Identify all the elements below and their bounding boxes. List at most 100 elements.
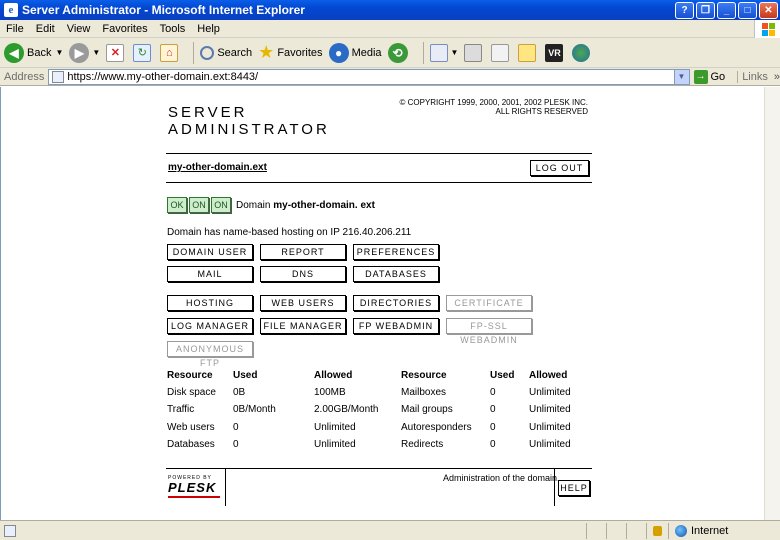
go-arrow-icon: → bbox=[693, 69, 708, 84]
media-button[interactable]: ● Media bbox=[328, 42, 382, 63]
web-users-button[interactable]: WEB USERS bbox=[260, 295, 346, 311]
menu-bar: File Edit View Favorites Tools Help bbox=[0, 19, 780, 38]
status-bar: Internet bbox=[0, 520, 780, 540]
table-cell: 0 bbox=[490, 422, 496, 433]
toolbar-separator bbox=[193, 41, 195, 64]
internet-zone-icon bbox=[675, 524, 687, 537]
log-manager-button[interactable]: LOG MANAGER bbox=[167, 318, 253, 334]
table-cell: 0 bbox=[490, 387, 496, 398]
table-cell: Autoresponders bbox=[401, 422, 472, 433]
home-button[interactable]: ⌂ bbox=[160, 43, 181, 62]
ie-icon: e bbox=[4, 3, 18, 17]
help-window-icon[interactable]: ? bbox=[675, 1, 694, 19]
table-cell: 0 bbox=[233, 422, 239, 433]
vr-button[interactable]: VR bbox=[545, 43, 566, 62]
refresh-button[interactable]: ↻ bbox=[133, 43, 154, 62]
favorites-button[interactable]: ★ Favorites bbox=[258, 42, 322, 63]
dns-button[interactable]: DNS bbox=[260, 266, 346, 282]
domain-link[interactable]: my-other-domain.ext bbox=[168, 162, 267, 173]
table-cell: 0 bbox=[233, 439, 239, 450]
hosting-button[interactable]: HOSTING bbox=[167, 295, 253, 311]
vertical-scrollbar[interactable] bbox=[764, 87, 780, 520]
chevron-right-icon[interactable]: » bbox=[774, 71, 780, 83]
divider bbox=[225, 468, 226, 506]
history-icon: ⟲ bbox=[387, 42, 408, 63]
fp-webadmin-button[interactable]: FP WEBADMIN bbox=[353, 318, 439, 334]
status-on-badge: ON bbox=[211, 197, 231, 213]
forward-button[interactable]: ▶ ▼ bbox=[69, 42, 100, 63]
table-header: Used bbox=[233, 370, 258, 381]
home-icon: ⌂ bbox=[160, 43, 179, 62]
anonymous-ftp-button[interactable]: ANONYMOUS FTP bbox=[167, 341, 253, 368]
table-cell: Unlimited bbox=[529, 387, 571, 398]
maximize-button[interactable]: □ bbox=[738, 1, 757, 19]
menu-edit[interactable]: Edit bbox=[30, 23, 61, 35]
fp-ssl-webadmin-button[interactable]: FP-SSL WEBADMIN bbox=[446, 318, 532, 345]
address-input[interactable]: https://www.my-other-domain.ext:8443/ ▼ bbox=[48, 68, 690, 85]
close-button[interactable]: ✕ bbox=[759, 1, 778, 19]
menu-file[interactable]: File bbox=[0, 23, 30, 35]
report-button[interactable]: REPORT bbox=[260, 244, 346, 260]
mail-icon bbox=[429, 43, 448, 62]
help-button[interactable]: HELP bbox=[558, 480, 590, 496]
stop-button[interactable]: ✕ bbox=[106, 43, 127, 62]
search-icon bbox=[200, 45, 215, 60]
print-icon bbox=[464, 43, 483, 62]
table-header: Resource bbox=[401, 370, 447, 381]
plesk-logo: POWERED BY PLESK bbox=[168, 475, 225, 503]
address-bar: Address https://www.my-other-domain.ext:… bbox=[0, 68, 780, 86]
address-url: https://www.my-other-domain.ext:8443/ bbox=[67, 70, 259, 83]
restore-window-icon[interactable]: ❐ bbox=[696, 1, 715, 19]
search-button[interactable]: Search bbox=[200, 45, 252, 60]
address-dropdown-icon[interactable]: ▼ bbox=[673, 69, 689, 84]
vr-icon: VR bbox=[545, 43, 564, 62]
table-cell: Traffic bbox=[167, 404, 195, 415]
page-icon bbox=[52, 70, 65, 83]
back-arrow-icon: ◀ bbox=[4, 42, 24, 63]
table-cell: Unlimited bbox=[529, 422, 571, 433]
domain-user-button[interactable]: DOMAIN USER bbox=[167, 244, 253, 260]
note-icon bbox=[518, 43, 537, 62]
table-header: Allowed bbox=[529, 370, 568, 381]
mail-button[interactable]: ▼ bbox=[429, 43, 458, 62]
databases-button[interactable]: DATABASES bbox=[353, 266, 439, 282]
table-cell: Unlimited bbox=[529, 404, 571, 415]
history-button[interactable]: ⟲ bbox=[387, 42, 411, 63]
certificate-button[interactable]: CERTIFICATE bbox=[446, 295, 532, 311]
table-cell: 0 bbox=[490, 439, 496, 450]
table-cell: Unlimited bbox=[314, 439, 356, 450]
table-cell: Databases bbox=[167, 439, 215, 450]
print-button[interactable] bbox=[464, 43, 485, 62]
menu-help[interactable]: Help bbox=[191, 23, 226, 35]
go-button[interactable]: → Go bbox=[693, 69, 725, 84]
directories-button[interactable]: DIRECTORIES bbox=[353, 295, 439, 311]
table-cell: Unlimited bbox=[529, 439, 571, 450]
messenger-icon bbox=[572, 43, 591, 62]
server-administrator-logo: SERVER ADMINISTRATOR bbox=[168, 104, 330, 138]
lock-icon bbox=[653, 525, 662, 536]
table-header: Used bbox=[490, 370, 515, 381]
menu-view[interactable]: View bbox=[61, 23, 97, 35]
table-cell: Mail groups bbox=[401, 404, 453, 415]
discuss-button[interactable] bbox=[518, 43, 539, 62]
divider bbox=[166, 153, 592, 154]
mail-button[interactable]: MAIL bbox=[167, 266, 253, 282]
edit-button[interactable] bbox=[491, 43, 512, 62]
menu-tools[interactable]: Tools bbox=[154, 23, 192, 35]
links-button[interactable]: Links bbox=[737, 70, 768, 83]
messenger-button[interactable] bbox=[572, 43, 593, 62]
domain-label: Domain my-other-domain. ext bbox=[236, 200, 375, 211]
status-ok-badge: OK bbox=[167, 197, 187, 213]
divider bbox=[166, 182, 592, 183]
back-button[interactable]: ◀ Back ▼ bbox=[4, 42, 63, 63]
title-bar: e Server Administrator - Microsoft Inter… bbox=[0, 0, 780, 20]
table-cell: 2.00GB/Month bbox=[314, 404, 379, 415]
minimize-button[interactable]: _ bbox=[717, 1, 736, 19]
file-manager-button[interactable]: FILE MANAGER bbox=[260, 318, 346, 334]
table-cell: Mailboxes bbox=[401, 387, 447, 398]
table-cell: 0B/Month bbox=[233, 404, 276, 415]
table-cell: 0B bbox=[233, 387, 246, 398]
preferences-button[interactable]: PREFERENCES bbox=[353, 244, 439, 260]
logout-button[interactable]: LOG OUT bbox=[530, 160, 589, 176]
menu-favorites[interactable]: Favorites bbox=[96, 23, 153, 35]
